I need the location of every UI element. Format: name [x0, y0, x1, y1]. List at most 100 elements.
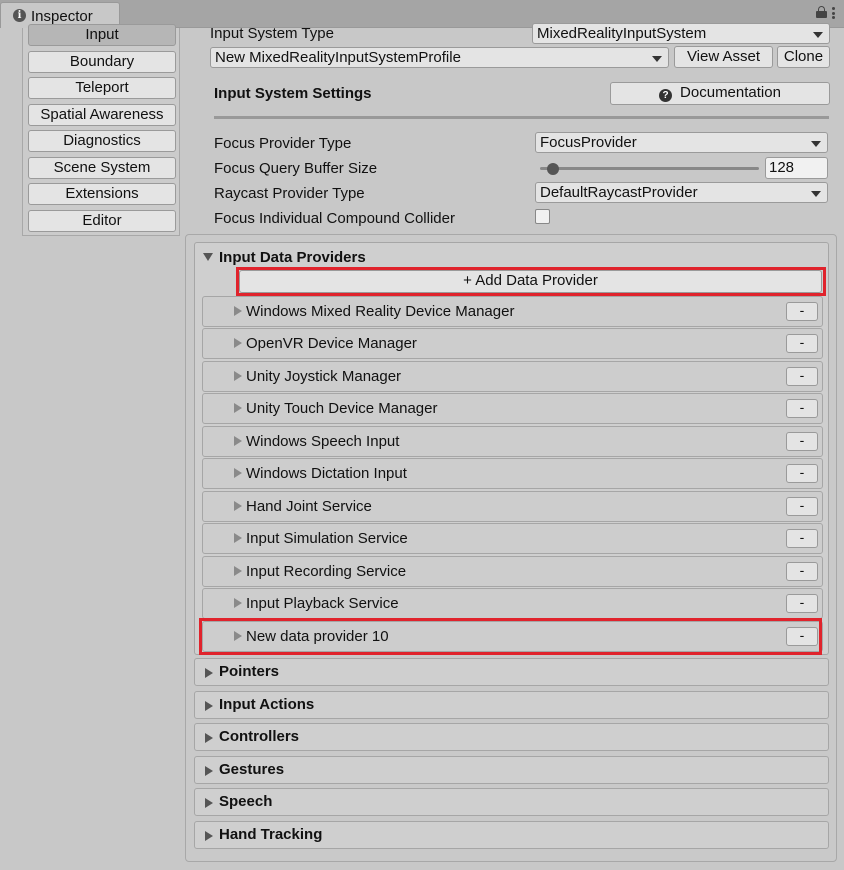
section-title: Gestures — [219, 761, 285, 778]
foldout-icon[interactable] — [234, 436, 242, 446]
remove-provider-button[interactable]: - — [786, 302, 818, 321]
input-system-type-label: Input System Type — [210, 25, 334, 42]
inspector-tab-label: Inspector — [31, 8, 93, 25]
data-provider-name: Input Simulation Service — [246, 530, 408, 547]
section-hand-tracking[interactable]: Hand Tracking — [194, 821, 829, 849]
section-speech[interactable]: Speech — [194, 788, 829, 816]
data-provider-row[interactable]: OpenVR Device Manager - — [202, 328, 823, 359]
foldout-icon[interactable] — [234, 338, 242, 348]
remove-provider-button[interactable]: - — [786, 334, 818, 353]
foldout-icon[interactable] — [234, 306, 242, 316]
data-provider-name: OpenVR Device Manager — [246, 335, 417, 352]
data-provider-row[interactable]: Windows Mixed Reality Device Manager - — [202, 296, 823, 327]
remove-provider-button[interactable]: - — [786, 464, 818, 483]
dropdown-arrow-icon — [811, 141, 821, 147]
section-pointers[interactable]: Pointers — [194, 658, 829, 686]
profile-value: New MixedRealityInputSystemProfile — [215, 49, 461, 66]
remove-provider-button[interactable]: - — [786, 594, 818, 613]
data-provider-name: Windows Speech Input — [246, 433, 400, 450]
documentation-label: Documentation — [680, 84, 781, 101]
foldout-icon[interactable] — [205, 701, 213, 711]
section-title: Controllers — [219, 728, 300, 745]
data-provider-row[interactable]: Unity Joystick Manager - — [202, 361, 823, 392]
data-provider-name: Input Playback Service — [246, 595, 399, 612]
sidebar-item-spatial-awareness[interactable]: Spatial Awareness — [28, 104, 176, 126]
sidebar-item-input[interactable]: Input — [28, 24, 176, 46]
data-provider-name: New data provider 10 — [246, 628, 389, 645]
sidebar-item-teleport[interactable]: Teleport — [28, 77, 176, 99]
focus-compound-collider-checkbox[interactable] — [535, 209, 550, 224]
remove-provider-button[interactable]: - — [786, 399, 818, 418]
input-system-type-dropdown[interactable]: MixedRealityInputSystem — [532, 23, 830, 44]
profile-dropdown[interactable]: New MixedRealityInputSystemProfile — [210, 47, 669, 68]
data-provider-row[interactable]: Input Recording Service - — [202, 556, 823, 587]
sidebar-item-extensions[interactable]: Extensions — [28, 183, 176, 205]
section-controllers[interactable]: Controllers — [194, 723, 829, 751]
focus-query-buffer-size-label: Focus Query Buffer Size — [214, 160, 378, 177]
buffer-size-slider-thumb[interactable] — [547, 163, 559, 175]
input-data-providers-title[interactable]: Input Data Providers — [219, 249, 366, 266]
remove-provider-button[interactable]: - — [786, 497, 818, 516]
dropdown-arrow-icon — [813, 32, 823, 38]
section-title: Pointers — [219, 663, 280, 680]
buffer-size-slider-track[interactable] — [540, 167, 759, 170]
foldout-icon[interactable] — [234, 533, 242, 543]
data-provider-row[interactable]: Windows Speech Input - — [202, 426, 823, 457]
sidebar-item-editor[interactable]: Editor — [28, 210, 176, 232]
input-system-type-value: MixedRealityInputSystem — [537, 25, 707, 42]
foldout-icon[interactable] — [234, 501, 242, 511]
data-provider-row[interactable]: Input Playback Service - — [202, 588, 823, 619]
documentation-button[interactable]: ? Documentation — [610, 82, 830, 105]
data-provider-name: Hand Joint Service — [246, 498, 372, 515]
foldout-icon[interactable] — [234, 468, 242, 478]
data-provider-name: Unity Joystick Manager — [246, 368, 402, 385]
dropdown-arrow-icon — [652, 56, 662, 62]
data-provider-name: Windows Dictation Input — [246, 465, 407, 482]
settings-header: Input System Settings — [214, 85, 372, 102]
foldout-icon[interactable] — [205, 733, 213, 743]
data-provider-row[interactable]: Windows Dictation Input - — [202, 458, 823, 489]
foldout-icon[interactable] — [205, 766, 213, 776]
dropdown-arrow-icon — [811, 191, 821, 197]
remove-provider-button[interactable]: - — [786, 529, 818, 548]
sidebar-item-scene-system[interactable]: Scene System — [28, 157, 176, 179]
add-data-provider-button[interactable]: + Add Data Provider — [239, 270, 822, 293]
data-provider-name: Unity Touch Device Manager — [246, 400, 438, 417]
foldout-icon[interactable] — [234, 598, 242, 608]
foldout-icon[interactable] — [205, 668, 213, 678]
settings-divider — [214, 116, 829, 119]
foldout-icon[interactable] — [205, 798, 213, 808]
foldout-icon[interactable] — [234, 566, 242, 576]
foldout-icon[interactable] — [234, 631, 242, 641]
foldout-icon[interactable] — [234, 403, 242, 413]
profile-sidebar: Input Boundary Teleport Spatial Awarenes… — [22, 24, 180, 236]
foldout-icon[interactable] — [205, 831, 213, 841]
info-icon: i — [13, 9, 26, 22]
sidebar-item-boundary[interactable]: Boundary — [28, 51, 176, 73]
menu-icon[interactable] — [832, 7, 836, 19]
section-title: Speech — [219, 793, 273, 810]
section-title: Hand Tracking — [219, 826, 323, 843]
view-asset-button[interactable]: View Asset — [674, 46, 773, 68]
data-provider-row[interactable]: Unity Touch Device Manager - — [202, 393, 823, 424]
remove-provider-button[interactable]: - — [786, 562, 818, 581]
remove-provider-button[interactable]: - — [786, 627, 818, 646]
data-provider-row[interactable]: Hand Joint Service - — [202, 491, 823, 522]
data-provider-name: Windows Mixed Reality Device Manager — [246, 303, 515, 320]
focus-provider-type-dropdown[interactable]: FocusProvider — [535, 132, 828, 153]
data-provider-row[interactable]: Input Simulation Service - — [202, 523, 823, 554]
lock-icon[interactable] — [816, 6, 827, 18]
foldout-icon[interactable] — [203, 253, 213, 261]
clone-button[interactable]: Clone — [777, 46, 830, 68]
data-provider-row[interactable]: New data provider 10 - — [202, 621, 823, 652]
buffer-size-field[interactable]: 128 — [765, 157, 828, 179]
remove-provider-button[interactable]: - — [786, 432, 818, 451]
section-input-actions[interactable]: Input Actions — [194, 691, 829, 719]
sidebar-item-diagnostics[interactable]: Diagnostics — [28, 130, 176, 152]
section-gestures[interactable]: Gestures — [194, 756, 829, 784]
raycast-provider-type-dropdown[interactable]: DefaultRaycastProvider — [535, 182, 828, 203]
foldout-icon[interactable] — [234, 371, 242, 381]
remove-provider-button[interactable]: - — [786, 367, 818, 386]
data-provider-name: Input Recording Service — [246, 563, 407, 580]
help-icon: ? — [659, 89, 673, 102]
